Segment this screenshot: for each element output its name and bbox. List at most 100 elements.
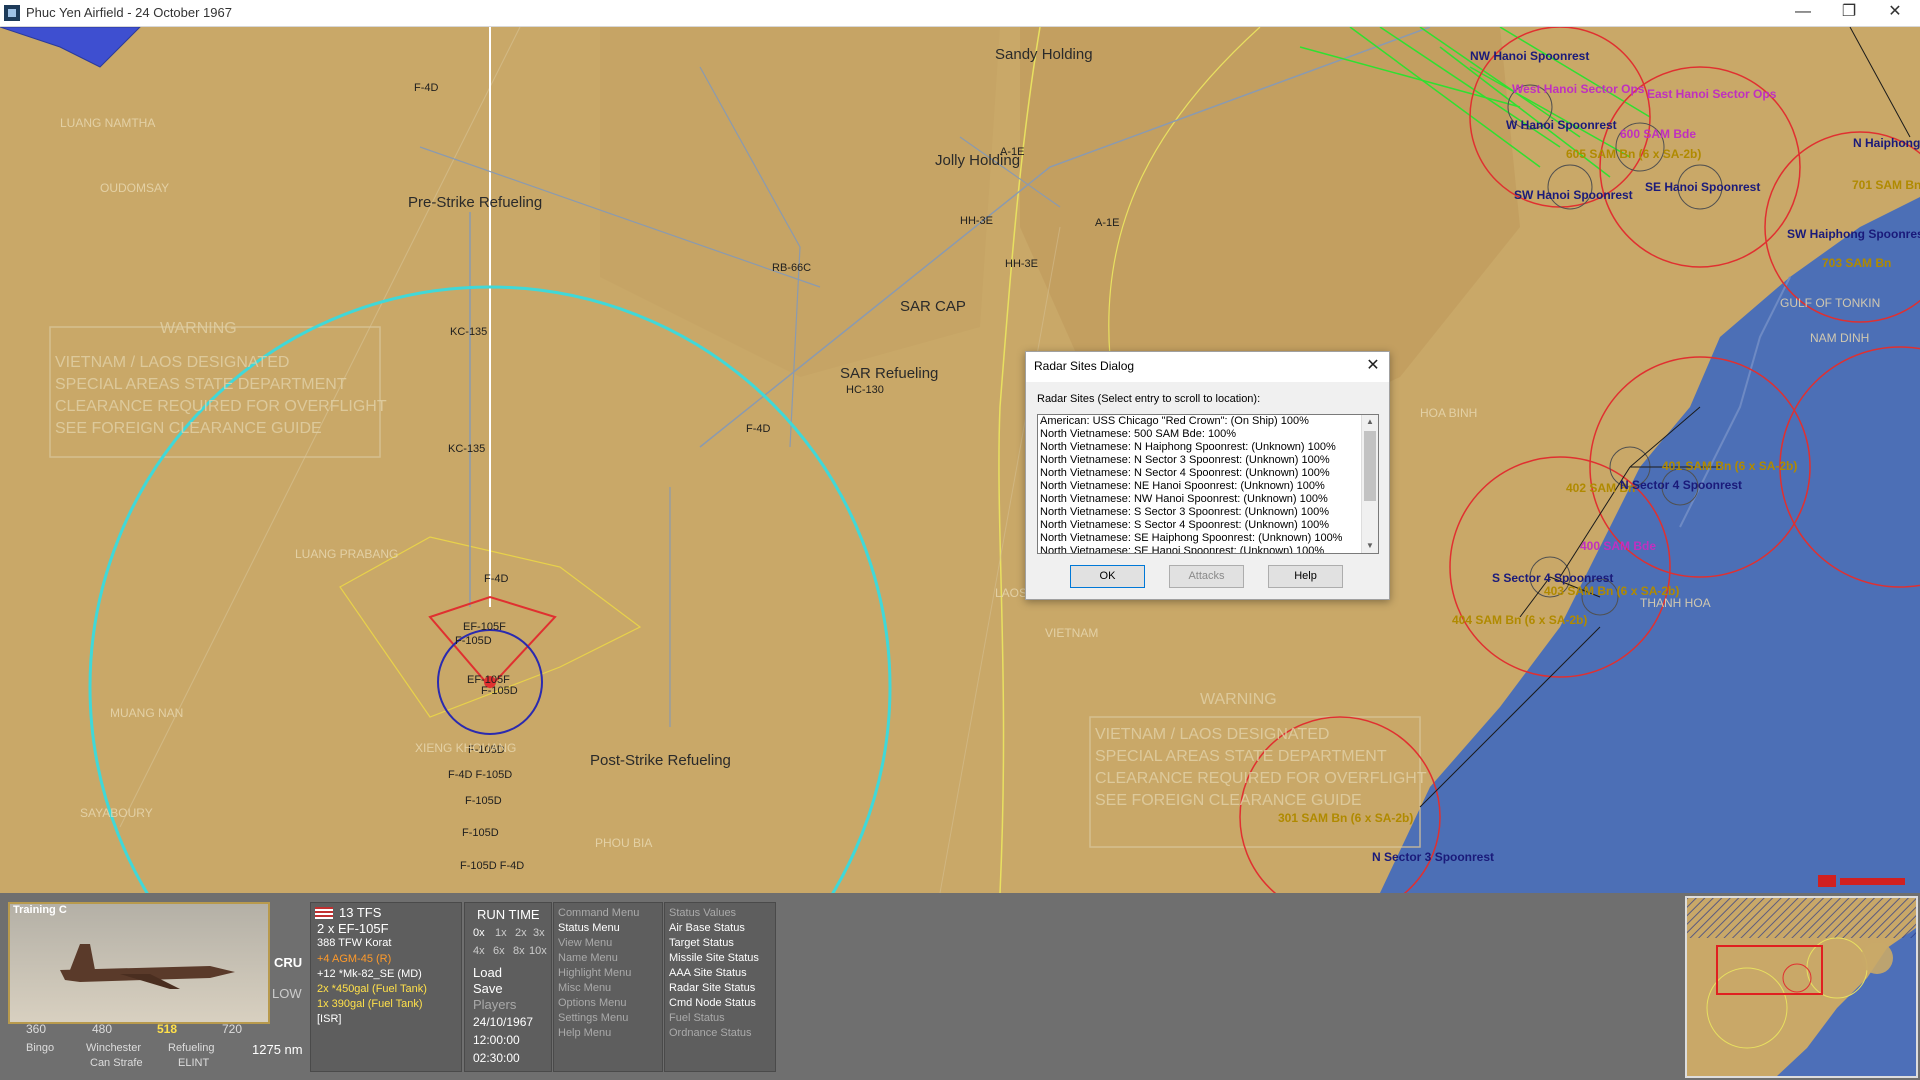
list-item[interactable]: North Vietnamese: SE Hanoi Spoonrest: (U… xyxy=(1038,545,1378,553)
aircraft-label[interactable]: F-105D xyxy=(465,795,502,807)
sam-site-label[interactable]: NW Hanoi Spoonrest xyxy=(1470,49,1589,63)
aircraft-label[interactable]: HC-130 xyxy=(846,384,884,396)
scroll-down-icon[interactable]: ▼ xyxy=(1362,539,1378,553)
sam-site-label[interactable]: SW Hanoi Spoonrest xyxy=(1514,188,1633,202)
aircraft-label[interactable]: F-4D xyxy=(746,423,771,435)
aircraft-label[interactable]: HH-3E xyxy=(960,215,993,227)
aircraft-label[interactable]: KC-135 xyxy=(450,326,487,338)
speed-10x[interactable]: 10x xyxy=(529,945,547,957)
aircraft-label[interactable]: F-105D xyxy=(455,635,492,647)
list-item[interactable]: North Vietnamese: N Sector 4 Spoonrest: … xyxy=(1038,467,1378,480)
view-menu[interactable]: View Menu xyxy=(558,937,612,949)
save-button[interactable]: Save xyxy=(473,981,503,996)
status-menu[interactable]: Status Menu xyxy=(558,922,620,934)
cmd-node-status[interactable]: Cmd Node Status xyxy=(669,997,756,1009)
place-label[interactable]: Post-Strike Refueling xyxy=(590,752,731,769)
speed-8x[interactable]: 8x xyxy=(513,945,525,957)
aircraft-label[interactable]: F-4D F-105D xyxy=(448,769,512,781)
place-label[interactable]: SAR Refueling xyxy=(840,365,938,382)
load-button[interactable]: Load xyxy=(473,965,502,980)
sam-site-label[interactable]: 400 SAM Bde xyxy=(1580,539,1656,553)
aircraft-label[interactable]: A-1E xyxy=(1095,217,1119,229)
minimap-canvas[interactable] xyxy=(1687,898,1916,1076)
speed-3x[interactable]: 3x xyxy=(533,927,545,939)
aircraft-label[interactable]: F-4D xyxy=(484,573,509,585)
speed-option[interactable]: 720 xyxy=(222,1022,242,1036)
command-menu[interactable]: Command Menu xyxy=(558,907,639,919)
list-item[interactable]: North Vietnamese: 500 SAM Bde: 100% xyxy=(1038,428,1378,441)
sam-site-label[interactable]: West Hanoi Sector Ops xyxy=(1512,82,1645,96)
sam-site-label[interactable]: N Haiphong xyxy=(1853,136,1920,150)
winchester-label[interactable]: Winchester xyxy=(86,1042,141,1054)
highlight-menu[interactable]: Highlight Menu xyxy=(558,967,631,979)
sam-site-label[interactable]: 404 SAM Bn (6 x SA-2b) xyxy=(1452,613,1587,627)
cruise-altitude-label[interactable]: CRU xyxy=(274,955,302,970)
overview-minimap[interactable] xyxy=(1685,896,1918,1078)
refueling-label[interactable]: Refueling xyxy=(168,1042,214,1054)
speed-option-selected[interactable]: 518 xyxy=(157,1022,177,1036)
list-item[interactable]: North Vietnamese: NE Hanoi Spoonrest: (U… xyxy=(1038,480,1378,493)
sam-site-label[interactable]: SW Haiphong Spoonrest xyxy=(1787,227,1920,241)
air-base-status[interactable]: Air Base Status xyxy=(669,922,745,934)
fuel-status[interactable]: Fuel Status xyxy=(669,1012,725,1024)
speed-6x[interactable]: 6x xyxy=(493,945,505,957)
attacks-button[interactable]: Attacks xyxy=(1169,565,1244,588)
aircraft-label[interactable]: F-105D xyxy=(481,685,518,697)
target-status[interactable]: Target Status xyxy=(669,937,734,949)
aircraft-label[interactable]: HH-3E xyxy=(1005,258,1038,270)
sam-site-label[interactable]: S Sector 4 Spoonrest xyxy=(1492,571,1613,585)
aircraft-label[interactable]: A-1E xyxy=(1000,146,1024,158)
ok-button[interactable]: OK xyxy=(1070,565,1145,588)
sam-site-label[interactable]: 401 SAM Bn (6 x SA-2b) xyxy=(1662,459,1797,473)
aircraft-label[interactable]: EF-105F xyxy=(463,621,506,633)
scroll-up-icon[interactable]: ▲ xyxy=(1362,415,1378,429)
list-item[interactable]: North Vietnamese: S Sector 4 Spoonrest: … xyxy=(1038,519,1378,532)
restore-button[interactable]: ❐ xyxy=(1826,0,1872,26)
aircraft-label[interactable]: KC-135 xyxy=(448,443,485,455)
minimize-button[interactable]: — xyxy=(1780,0,1826,26)
aircraft-label[interactable]: F-105D F-4D xyxy=(460,860,524,872)
list-scrollbar[interactable]: ▲ ▼ xyxy=(1361,415,1378,553)
sam-site-label[interactable]: 301 SAM Bn (6 x SA-2b) xyxy=(1278,811,1413,825)
list-item[interactable]: North Vietnamese: N Sector 3 Spoonrest: … xyxy=(1038,454,1378,467)
speed-0x[interactable]: 0x xyxy=(473,927,485,939)
sam-site-label[interactable]: 701 SAM Bn xyxy=(1852,178,1920,192)
close-window-button[interactable]: ✕ xyxy=(1872,0,1918,26)
sam-site-label[interactable]: W Hanoi Spoonrest xyxy=(1506,118,1617,132)
scroll-thumb[interactable] xyxy=(1364,431,1376,501)
options-menu[interactable]: Options Menu xyxy=(558,997,626,1009)
sam-site-label[interactable]: N Sector 4 Spoonrest xyxy=(1620,478,1742,492)
aircraft-label[interactable]: F-4D xyxy=(414,82,439,94)
sam-site-label[interactable]: 605 SAM Bn (6 x SA-2b) xyxy=(1566,147,1701,161)
speed-1x[interactable]: 1x xyxy=(495,927,507,939)
status-values[interactable]: Status Values xyxy=(669,907,736,919)
map-canvas[interactable]: Sandy Holding Jolly Holding Pre-Strike R… xyxy=(0,27,1920,893)
speed-4x[interactable]: 4x xyxy=(473,945,485,957)
speed-option[interactable]: 480 xyxy=(92,1022,112,1036)
can-strafe-label[interactable]: Can Strafe xyxy=(90,1057,143,1069)
sam-site-label[interactable]: East Hanoi Sector Ops xyxy=(1647,87,1777,101)
aircraft-label[interactable]: RB-66C xyxy=(772,262,811,274)
misc-menu[interactable]: Misc Menu xyxy=(558,982,611,994)
speed-option[interactable]: 360 xyxy=(26,1022,46,1036)
list-item[interactable]: American: USS Chicago "Red Crown": (On S… xyxy=(1038,415,1378,428)
settings-menu[interactable]: Settings Menu xyxy=(558,1012,628,1024)
place-label[interactable]: Pre-Strike Refueling xyxy=(408,194,542,211)
players-button[interactable]: Players xyxy=(473,997,516,1012)
help-menu[interactable]: Help Menu xyxy=(558,1027,611,1039)
sam-site-label[interactable]: N Sector 3 Spoonrest xyxy=(1372,850,1494,864)
list-item[interactable]: North Vietnamese: SE Haiphong Spoonrest:… xyxy=(1038,532,1378,545)
radar-sites-dialog[interactable]: Radar Sites Dialog ✕ Radar Sites (Select… xyxy=(1025,351,1390,600)
low-altitude-label[interactable]: LOW xyxy=(272,986,302,1001)
aircraft-label[interactable]: F-105D xyxy=(462,827,499,839)
list-item[interactable]: North Vietnamese: S Sector 3 Spoonrest: … xyxy=(1038,506,1378,519)
elint-label[interactable]: ELINT xyxy=(178,1057,209,1069)
name-menu[interactable]: Name Menu xyxy=(558,952,618,964)
radar-site-status[interactable]: Radar Site Status xyxy=(669,982,755,994)
missile-site-status[interactable]: Missile Site Status xyxy=(669,952,759,964)
ordnance-status[interactable]: Ordnance Status xyxy=(669,1027,752,1039)
aaa-site-status[interactable]: AAA Site Status xyxy=(669,967,747,979)
list-item[interactable]: North Vietnamese: N Haiphong Spoonrest: … xyxy=(1038,441,1378,454)
list-item[interactable]: North Vietnamese: NW Hanoi Spoonrest: (U… xyxy=(1038,493,1378,506)
radar-sites-list[interactable]: American: USS Chicago "Red Crown": (On S… xyxy=(1037,414,1379,554)
